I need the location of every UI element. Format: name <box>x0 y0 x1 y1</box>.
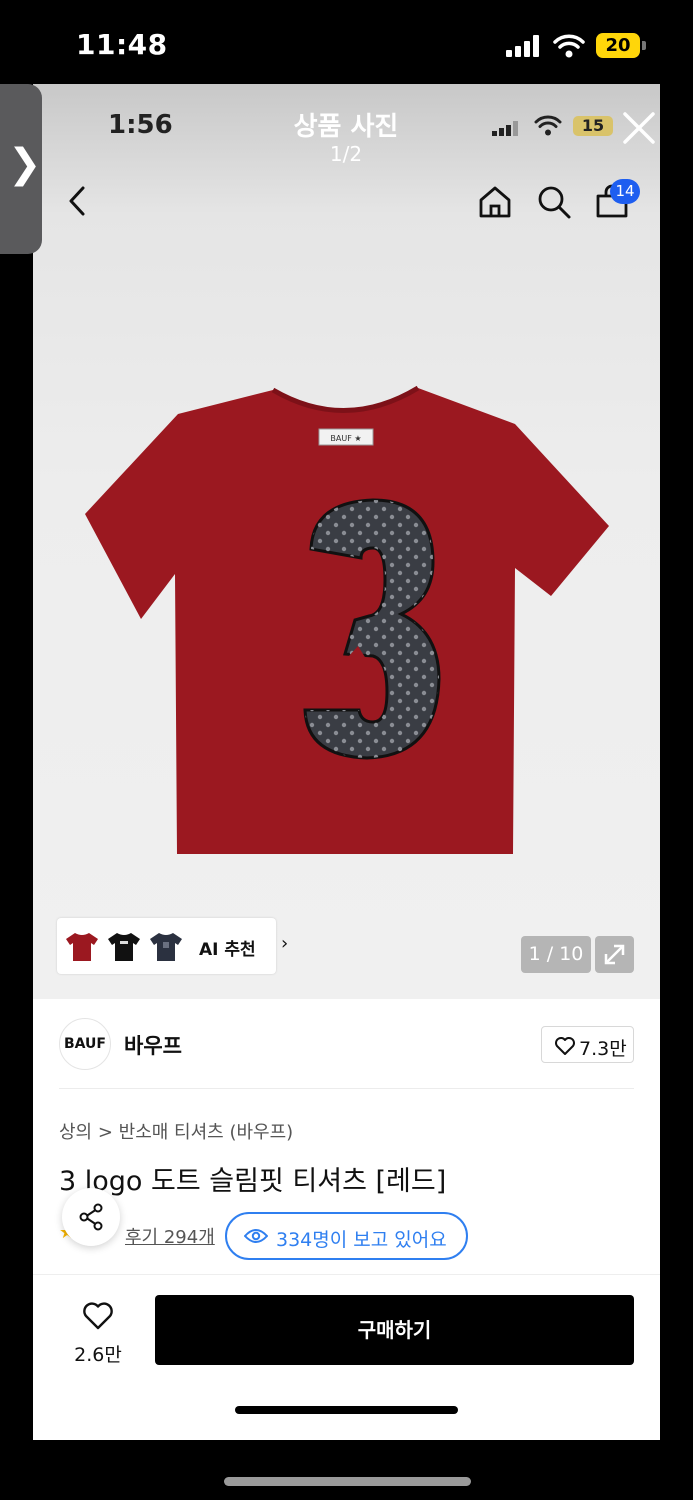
image-page-indicator: 1 / 10 <box>521 936 591 973</box>
product-photo-area[interactable]: 1:56 상품 사진 1/2 15 14 BAUF ★ AI 추천 › 1 / … <box>33 84 660 999</box>
photo-viewer: 1:56 상품 사진 1/2 15 14 BAUF ★ AI 추천 › 1 / … <box>33 84 660 1440</box>
buy-button[interactable]: 구매하기 <box>155 1295 634 1365</box>
outer-status-time: 11:48 <box>76 28 168 61</box>
divider <box>59 1088 634 1089</box>
thumbnail-red-tshirt-icon <box>66 933 98 961</box>
brand-logo[interactable]: BAUF <box>59 1018 111 1070</box>
category-breadcrumb[interactable]: 상의 > 반소매 티셔츠 (바우프) <box>59 1118 293 1144</box>
ai-recommend-chip[interactable]: AI 추천 › <box>57 918 288 974</box>
share-icon <box>79 1203 103 1231</box>
review-count-link[interactable]: 후기 294개 <box>125 1223 215 1249</box>
inner-home-indicator[interactable] <box>235 1406 458 1414</box>
viewer-title: 상품 사진 <box>293 112 399 142</box>
inner-battery-level: 15 <box>581 116 605 135</box>
viewer-counter: 1/2 <box>329 142 363 166</box>
back-chevron-icon[interactable] <box>65 184 91 218</box>
share-button[interactable] <box>62 1188 120 1246</box>
brand-name[interactable]: 바우프 <box>124 1030 182 1060</box>
inner-wifi-icon <box>534 115 562 136</box>
ai-recommend-label: AI 추천 <box>199 940 256 960</box>
battery-cap <box>642 41 646 50</box>
home-indicator[interactable] <box>224 1477 471 1486</box>
home-icon[interactable] <box>477 184 513 220</box>
chevron-right-icon: › <box>281 933 289 954</box>
cellular-signal-icon <box>506 35 542 57</box>
cart-count-badge: 14 <box>610 179 640 204</box>
product-title: 3 logo 도트 슬림핏 티셔츠 [레드] <box>59 1166 447 1197</box>
wifi-icon <box>553 34 585 58</box>
heart-icon <box>83 1302 113 1330</box>
inner-cellular-signal-icon <box>492 121 520 136</box>
wishlist-button[interactable]: 2.6만 <box>63 1295 133 1371</box>
eye-icon <box>244 1229 268 1243</box>
live-viewers-badge: 334명이 보고 있어요 <box>225 1212 468 1260</box>
heart-icon <box>555 1037 575 1055</box>
bottom-purchase-bar: 2.6만 구매하기 <box>33 1274 660 1440</box>
expand-icon[interactable] <box>595 936 634 973</box>
brand-like-button[interactable]: 7.3만 <box>541 1026 634 1063</box>
battery-level: 20 <box>605 35 631 56</box>
live-viewers-text: 334명이 보고 있어요 <box>276 1229 447 1251</box>
outer-status-bar: 11:48 20 <box>0 0 693 84</box>
thumbnail-navy-tshirt-icon <box>150 933 182 961</box>
product-image-tshirt[interactable]: BAUF ★ <box>83 384 613 859</box>
svg-text:BAUF ★: BAUF ★ <box>330 434 361 443</box>
inner-status-time: 1:56 <box>108 110 173 140</box>
search-icon[interactable] <box>536 184 572 220</box>
close-icon[interactable] <box>621 110 657 146</box>
inner-battery-icon: 15 <box>573 116 613 136</box>
thumbnail-black-tshirt-icon <box>108 933 140 961</box>
side-drawer-handle[interactable]: ❯ <box>0 84 42 254</box>
chevron-right-icon: ❯ <box>8 141 42 187</box>
wishlist-count: 2.6만 <box>74 1344 122 1366</box>
battery-icon: 20 <box>596 33 640 58</box>
brand-like-count: 7.3만 <box>579 1038 627 1060</box>
